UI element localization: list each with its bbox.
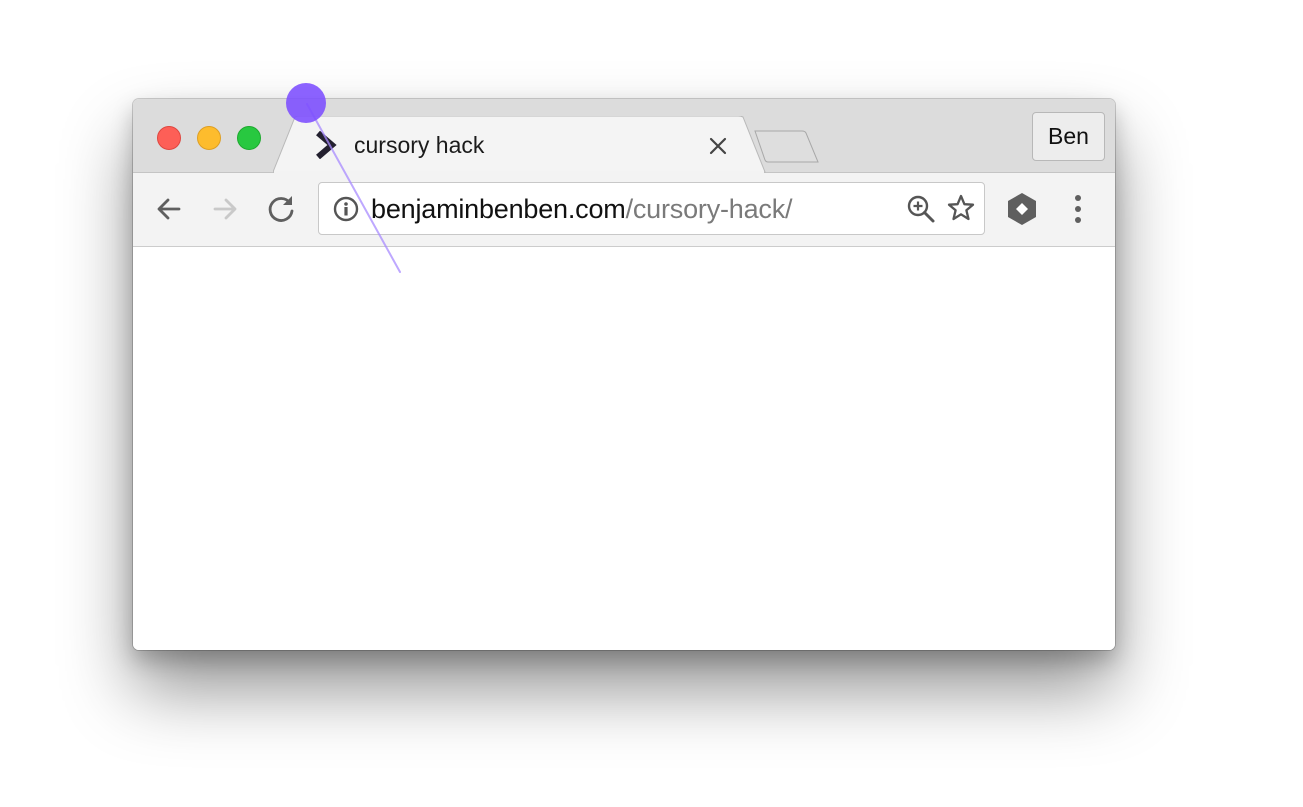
title-bar: cursory hack Ben — [133, 99, 1115, 173]
tab-title: cursory hack — [354, 132, 485, 158]
extension-icon[interactable] — [1006, 192, 1038, 226]
profile-button[interactable]: Ben — [1032, 112, 1105, 161]
page-content[interactable] — [133, 247, 1115, 650]
info-icon[interactable] — [333, 196, 359, 222]
chevron-right-icon — [316, 131, 337, 159]
reload-button[interactable] — [263, 191, 299, 227]
toolbar: benjaminbenben.com/cursory-hack/ — [133, 173, 1115, 247]
address-bar[interactable]: benjaminbenben.com/cursory-hack/ — [318, 182, 985, 235]
url-host: benjaminbenben.com — [371, 194, 626, 224]
active-tab[interactable] — [273, 116, 767, 173]
more-vertical-icon[interactable] — [1066, 192, 1090, 226]
back-button[interactable] — [151, 191, 187, 227]
address-url[interactable]: benjaminbenben.com/cursory-hack/ — [371, 193, 793, 225]
star-icon[interactable] — [946, 193, 976, 223]
arrow-left-icon — [157, 198, 181, 220]
arrow-right-icon — [213, 198, 237, 220]
zoom-in-icon[interactable] — [906, 194, 936, 224]
zoom-window-button[interactable] — [237, 126, 261, 150]
close-window-button[interactable] — [157, 126, 181, 150]
new-tab-button[interactable] — [752, 129, 824, 165]
reload-icon — [268, 196, 294, 222]
browser-window: cursory hack Ben benjaminbenben.com/curs… — [133, 99, 1115, 650]
forward-button[interactable] — [207, 191, 243, 227]
minimize-window-button[interactable] — [197, 126, 221, 150]
url-path: /cursory-hack/ — [625, 194, 793, 224]
screen: cursory hack Ben benjaminbenben.com/curs… — [0, 0, 1303, 807]
tab-close-icon[interactable] — [706, 134, 730, 158]
